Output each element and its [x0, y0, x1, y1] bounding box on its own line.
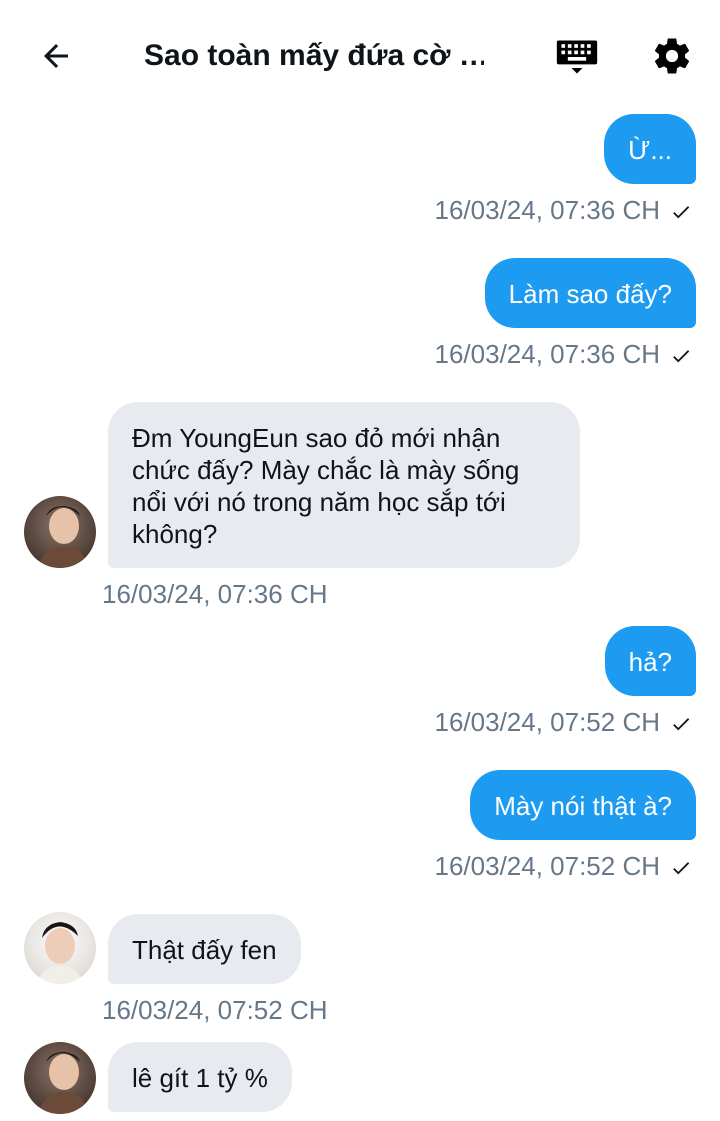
message-timestamp: 16/03/24, 07:52 CH: [435, 850, 693, 882]
keyboard-button[interactable]: [550, 32, 604, 82]
message-timestamp: 16/03/24, 07:52 CH: [102, 994, 328, 1026]
message-bubble-incoming[interactable]: lê gít 1 tỷ %: [108, 1042, 292, 1112]
message-bubble-incoming[interactable]: Thật đấy fen: [108, 914, 301, 984]
avatar[interactable]: [24, 912, 96, 984]
avatar-photo: [24, 1042, 96, 1114]
timestamp-text: 16/03/24, 07:52 CH: [434, 707, 661, 737]
message-bubble-outgoing[interactable]: hả?: [604, 626, 696, 696]
message-text: Đm YoungEun sao đỏ mới nhận chức đấy? Mà…: [132, 423, 520, 549]
message-text: Mày nói thật à?: [494, 791, 672, 821]
message-timestamp: 16/03/24, 07:52 CH: [435, 706, 693, 738]
timestamp-text: 16/03/24, 07:52 CH: [102, 995, 328, 1025]
message-timestamp: 16/03/24, 07:36 CH: [435, 194, 693, 226]
avatar-photo: [24, 496, 96, 568]
timestamp-text: 16/03/24, 07:36 CH: [434, 339, 661, 369]
avatar[interactable]: [24, 1042, 96, 1114]
back-button[interactable]: [30, 30, 82, 82]
message-bubble-outgoing[interactable]: Làm sao đấy?: [484, 258, 696, 328]
keyboard-icon: [556, 40, 598, 74]
conversation-title[interactable]: Sao toàn mấy đứa cờ …: [144, 34, 484, 78]
message-text: lê gít 1 tỷ %: [132, 1063, 268, 1093]
message-timestamp: 16/03/24, 07:36 CH: [102, 578, 328, 610]
message-text: Thật đấy fen: [132, 935, 277, 965]
timestamp-text: 16/03/24, 07:36 CH: [102, 579, 328, 609]
gear-icon: [654, 38, 690, 74]
timestamp-text: 16/03/24, 07:36 CH: [434, 195, 661, 225]
message-bubble-incoming[interactable]: Đm YoungEun sao đỏ mới nhận chức đấy? Mà…: [108, 402, 580, 568]
message-text: Làm sao đấy?: [508, 279, 672, 309]
message-bubble-outgoing[interactable]: Mày nói thật à?: [470, 770, 696, 840]
avatar[interactable]: [24, 496, 96, 568]
message-bubble-outgoing[interactable]: Ừ...: [604, 114, 696, 184]
check-icon: [673, 350, 690, 363]
check-icon: [673, 862, 690, 875]
message-text: Ừ...: [628, 135, 672, 165]
check-icon: [673, 718, 690, 731]
message-timestamp: 16/03/24, 07:36 CH: [435, 338, 693, 370]
chat-header: Sao toàn mấy đứa cờ …: [0, 0, 720, 112]
timestamp-text: 16/03/24, 07:52 CH: [434, 851, 661, 881]
message-text: hả?: [628, 647, 672, 677]
check-icon: [673, 206, 690, 219]
avatar-photo: [24, 912, 96, 984]
back-arrow-icon: [44, 44, 68, 68]
settings-button[interactable]: [646, 30, 698, 82]
